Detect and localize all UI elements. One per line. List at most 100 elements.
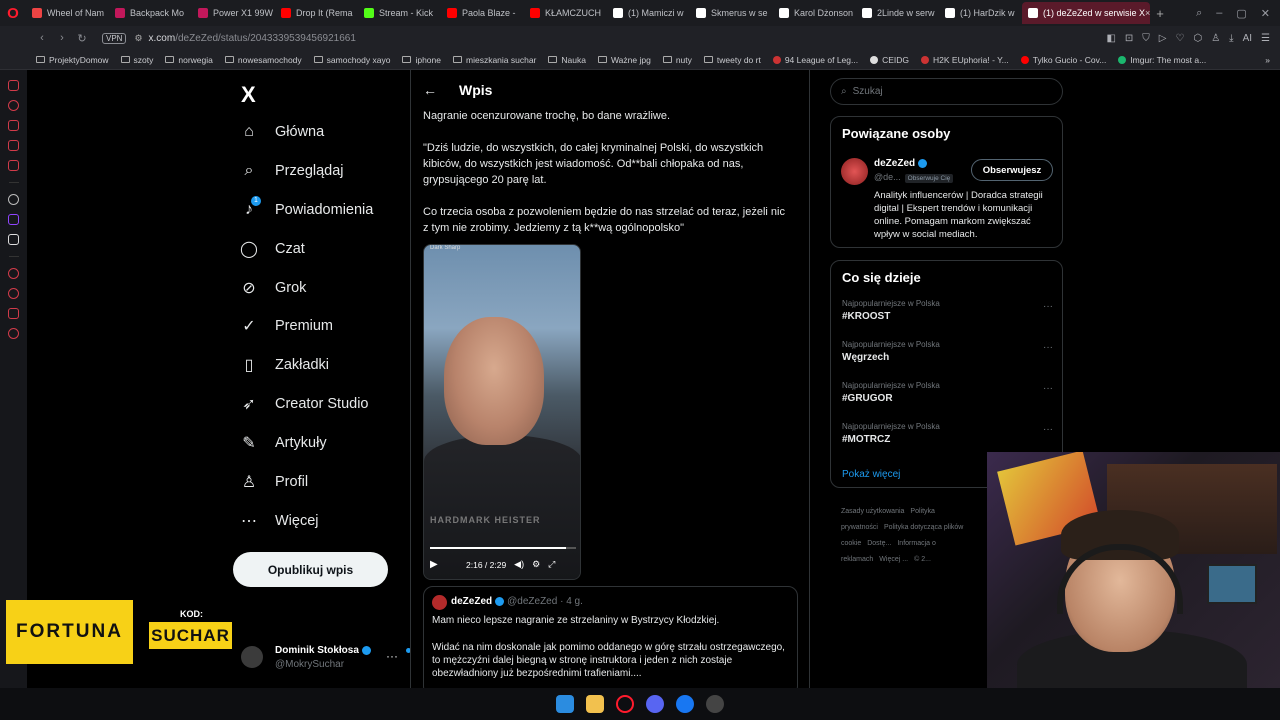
x-logo-icon[interactable]: X <box>241 82 256 108</box>
trend-more-icon[interactable]: ··· <box>1043 301 1053 312</box>
bookmark-item[interactable]: H2K EUphoria! - Y... <box>921 55 1009 65</box>
nav-item-bookmarks[interactable]: ▯ Zakładki <box>239 351 329 379</box>
footer-link[interactable]: © 2... <box>914 556 931 563</box>
video-progress-bar[interactable] <box>430 547 576 549</box>
bookmark-item[interactable]: Tylko Gucio - Cov... <box>1020 55 1106 65</box>
sidebar-wallet-icon[interactable] <box>8 80 19 91</box>
forward-icon[interactable]: › <box>52 32 72 44</box>
heart-icon[interactable]: ♡ <box>1175 33 1184 44</box>
nav-item-more[interactable]: ⋯ Więcej <box>239 507 319 535</box>
bookmark-item[interactable]: Imgur: The most a... <box>1118 55 1206 65</box>
snapshot-icon[interactable]: ⊡ <box>1125 33 1133 44</box>
aria-ai-button[interactable]: AI <box>1243 33 1252 44</box>
sidebar-cube-icon[interactable] <box>8 308 19 319</box>
bookmark-item[interactable]: tweety do rt <box>703 55 761 65</box>
footer-link[interactable]: Więcej ... <box>879 556 908 563</box>
close-window-icon[interactable]: ✕ <box>1261 7 1270 20</box>
show-more-link[interactable]: Pokaż więcej <box>842 469 900 480</box>
sidebar-settings-icon[interactable] <box>8 328 19 339</box>
sidebar-history-icon[interactable] <box>8 100 19 111</box>
settings-icon[interactable]: ⚙ <box>532 559 540 570</box>
bookmark-item[interactable]: mieszkania suchar <box>453 55 536 65</box>
bookmark-item[interactable]: szoty <box>120 55 153 65</box>
avatar[interactable] <box>841 158 868 185</box>
site-info-icon[interactable]: ⚙ <box>134 33 142 44</box>
menu-icon[interactable]: ☰ <box>1261 33 1270 44</box>
trend-item[interactable]: Najpopularniejsze w Polska #GRUGOR ··· <box>842 381 1057 415</box>
trend-item[interactable]: Najpopularniejsze w Polska #MOTRCZ ··· <box>842 422 1057 456</box>
play-icon[interactable]: ▶ <box>430 559 454 570</box>
sidebar-messenger-icon[interactable] <box>8 140 19 151</box>
maximize-icon[interactable]: ▢ <box>1236 7 1246 20</box>
settings-app-icon[interactable] <box>706 695 724 713</box>
related-name-row[interactable]: deZeZed <box>874 158 930 169</box>
bookmark-item[interactable]: nowesamochody <box>224 55 302 65</box>
nav-item-chat[interactable]: ◯ Czat <box>239 235 305 263</box>
nav-item-home[interactable]: ⌂ Główna <box>239 118 324 146</box>
tab[interactable]: Stream - Kick <box>358 2 440 24</box>
new-tab-button[interactable]: + <box>1151 6 1169 21</box>
tab[interactable]: Wheel of Nam <box>26 2 108 24</box>
extensions-icon[interactable]: ⬡ <box>1193 33 1202 44</box>
bookmark-item[interactable]: CEIDG <box>870 55 909 65</box>
footer-link[interactable]: Zasady użytkowania <box>841 508 904 515</box>
bookmark-item[interactable]: Nauka <box>548 55 586 65</box>
player-icon[interactable]: ▷ <box>1159 33 1167 44</box>
shield-icon[interactable]: ⛉ <box>1142 33 1150 44</box>
trend-more-icon[interactable]: ··· <box>1043 424 1053 435</box>
tab[interactable]: 2Linde w serw <box>856 2 938 24</box>
bookmark-item[interactable]: iphone <box>402 55 441 65</box>
bookmark-item[interactable]: 94 League of Leg... <box>772 55 858 65</box>
sidebar-mail-icon[interactable] <box>8 160 19 171</box>
tab[interactable]: Paola Blaze - <box>441 2 523 24</box>
nav-item-explore[interactable]: ⌕ Przeglądaj <box>239 157 344 185</box>
tab[interactable]: KŁAMCZUCH <box>524 2 606 24</box>
following-button[interactable]: Obserwujesz <box>971 159 1053 181</box>
bookmark-item[interactable]: Ważne jpg <box>597 55 651 65</box>
bookmarks-more-button[interactable]: » <box>1265 55 1280 65</box>
reply-tweet[interactable]: deZeZed @deZeZed · 4 g. Mam nieco lepsze … <box>423 586 798 688</box>
tab[interactable]: (1) HarDzik w <box>939 2 1021 24</box>
search-box[interactable]: ⌕ <box>830 78 1063 105</box>
bookmark-item[interactable]: norwegia <box>165 55 213 65</box>
sidebar-chatgpt-icon[interactable] <box>8 194 19 205</box>
opera-logo-icon[interactable]: O <box>0 0 26 26</box>
opera-taskbar-icon[interactable] <box>616 695 634 713</box>
tab-active[interactable]: (1) deZeZed w serwisie X × <box>1022 2 1150 24</box>
tab[interactable]: (1) Mamiczi w <box>607 2 689 24</box>
trend-item[interactable]: Najpopularniejsze w Polska Węgrzech ··· <box>842 340 1057 374</box>
bookmark-item[interactable]: ProjektyDomow <box>36 55 109 65</box>
minimize-icon[interactable]: – <box>1216 7 1222 20</box>
volume-icon[interactable]: ◀) <box>514 559 524 570</box>
vpn-badge[interactable]: VPN <box>102 32 127 44</box>
profile-icon[interactable]: ♙ <box>1211 33 1220 44</box>
back-icon[interactable]: ‹ <box>32 32 52 44</box>
tab[interactable]: Karol Dżonson <box>773 2 855 24</box>
tab[interactable]: Drop It (Rema <box>275 2 357 24</box>
fullscreen-icon[interactable]: ⤢ <box>548 559 555 570</box>
sidebar-bag-icon[interactable] <box>8 120 19 131</box>
post-button[interactable]: Opublikuj wpis <box>233 552 388 587</box>
facebook-icon[interactable] <box>676 695 694 713</box>
nav-item-articles[interactable]: ✎ Artykuły <box>239 429 326 457</box>
tab[interactable]: Backpack Mo <box>109 2 191 24</box>
discord-icon[interactable] <box>646 695 664 713</box>
account-more-icon[interactable]: ··· <box>386 649 398 663</box>
download-icon[interactable]: ⤓ <box>1229 33 1233 44</box>
trend-more-icon[interactable]: ··· <box>1043 342 1053 353</box>
video-player[interactable]: Dark Sharp HARDMARK HEISTER ▶ 2:16 / 2:2… <box>423 244 581 580</box>
back-arrow-icon[interactable]: ← <box>423 82 443 98</box>
trend-item[interactable]: Najpopularniejsze w Polska #KROOST ··· <box>842 299 1057 333</box>
sidebar-clock-icon[interactable] <box>8 288 19 299</box>
bookmark-item[interactable]: nuty <box>662 55 692 65</box>
nav-item-notifications[interactable]: ♪ 1 Powiadomienia <box>239 196 373 224</box>
search-tabs-icon[interactable]: ⌕ <box>1196 7 1202 20</box>
tab[interactable]: Power X1 99W <box>192 2 274 24</box>
nav-item-grok[interactable]: ⊘ Grok <box>239 274 306 302</box>
nav-item-profile[interactable]: ♙ Profil <box>239 468 308 496</box>
url-field[interactable]: x.com/deZeZed/status/2043339539456921661 <box>149 33 356 44</box>
trend-more-icon[interactable]: ··· <box>1043 383 1053 394</box>
bookmark-icon[interactable]: ◧ <box>1106 33 1115 44</box>
windows-start-icon[interactable] <box>556 695 574 713</box>
sidebar-twitch-icon[interactable] <box>8 214 19 225</box>
